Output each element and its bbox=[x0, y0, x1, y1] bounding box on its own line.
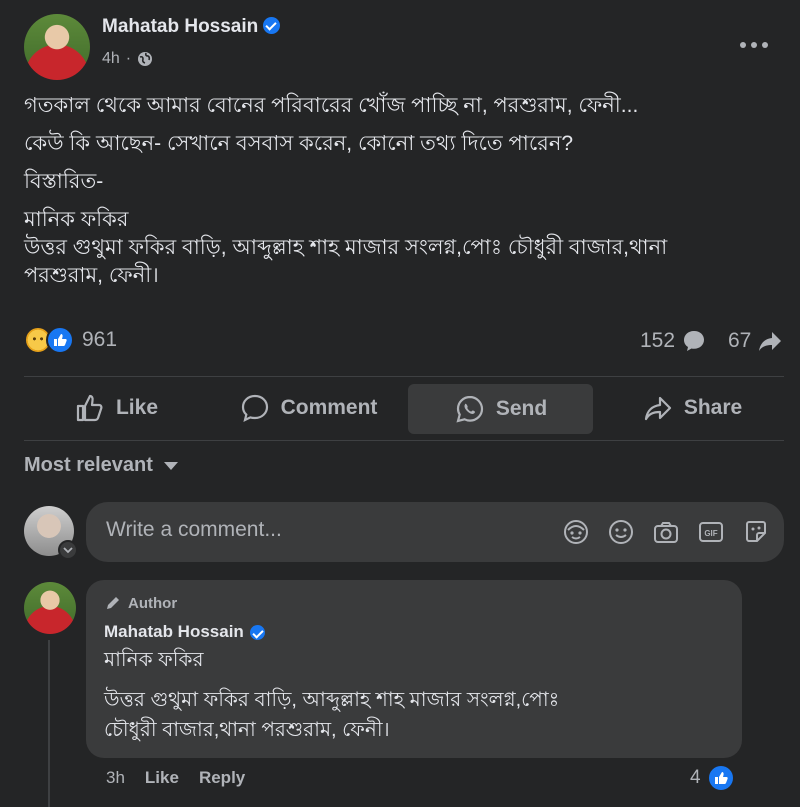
author-name[interactable]: Mahatab Hossain bbox=[102, 16, 258, 37]
address-line: উত্তর গুথুমা ফকির বাড়ি, আব্দুল্লাহ শাহ … bbox=[24, 236, 668, 259]
account-switch-icon[interactable] bbox=[58, 540, 78, 560]
reply-text-line: মানিক ফকির bbox=[104, 649, 204, 671]
share-button[interactable]: Share bbox=[600, 382, 784, 434]
like-button[interactable]: Like bbox=[24, 382, 208, 434]
svg-text:GIF: GIF bbox=[704, 529, 717, 538]
gif-icon[interactable]: GIF bbox=[697, 518, 725, 546]
post-body: গতকাল থেকে আমার বোনের পরিবারের খোঁজ পাচ্… bbox=[24, 92, 784, 290]
actions-divider-bottom bbox=[24, 440, 784, 441]
comment-icon bbox=[241, 394, 268, 423]
avatar-sticker-icon[interactable] bbox=[562, 518, 590, 546]
share-arrow-icon bbox=[759, 332, 782, 351]
comment-input[interactable]: Write a comment... bbox=[106, 518, 282, 542]
share-count: 67 bbox=[728, 329, 752, 352]
send-label: Send bbox=[495, 397, 548, 420]
post-time[interactable]: 4h bbox=[102, 50, 120, 68]
comment-label: Comment bbox=[280, 396, 378, 419]
share-label: Share bbox=[683, 396, 743, 419]
author-badge-label: Author bbox=[128, 594, 178, 612]
caret-down-icon bbox=[163, 461, 178, 470]
reply-like-button[interactable]: Like bbox=[145, 768, 179, 788]
actions-divider-top bbox=[24, 376, 784, 377]
comment-bubble-icon bbox=[684, 331, 705, 351]
reply-verified-badge-icon bbox=[249, 624, 265, 640]
reply-reactions[interactable]: 4 bbox=[690, 764, 735, 792]
comment-button[interactable]: Comment bbox=[216, 382, 400, 434]
post-paragraph: বিস্তারিত- bbox=[24, 170, 104, 193]
reply-meta: 3h Like Reply bbox=[106, 768, 245, 788]
reply-reply-button[interactable]: Reply bbox=[199, 768, 245, 788]
comment-sort-dropdown[interactable]: Most relevant bbox=[24, 454, 179, 477]
send-button[interactable]: Send bbox=[408, 384, 593, 434]
dot-separator: · bbox=[125, 50, 132, 67]
camera-icon[interactable] bbox=[652, 518, 680, 546]
like-reaction-icon bbox=[46, 326, 74, 354]
reply-reaction-count: 4 bbox=[690, 767, 701, 788]
post-meta: 4h · bbox=[102, 50, 153, 68]
whatsapp-icon bbox=[456, 395, 483, 423]
reply-text-line: চৌধুরী বাজার,থানা পরশুরাম, ফেনী। bbox=[104, 719, 390, 741]
address-line: পরশুরাম, ফেনী। bbox=[24, 264, 159, 287]
reply-text-line: উত্তর গুথুমা ফকির বাড়ি, আব্দুল্লাহ শাহ … bbox=[104, 689, 560, 711]
address-name: মানিক ফকির bbox=[24, 208, 129, 231]
reply-like-reaction-icon bbox=[706, 764, 735, 792]
reactions-summary[interactable]: 961 bbox=[24, 326, 117, 354]
sort-label: Most relevant bbox=[24, 454, 153, 476]
author-avatar[interactable] bbox=[24, 14, 90, 80]
author-badge: Author bbox=[104, 594, 177, 612]
comment-composer[interactable]: Write a comment... GIF bbox=[86, 502, 784, 562]
more-options-icon[interactable] bbox=[740, 40, 772, 50]
thumbs-up-icon bbox=[76, 394, 103, 422]
sticker-icon[interactable] bbox=[742, 518, 770, 546]
comment-count: 152 bbox=[640, 329, 676, 352]
comment-count-group[interactable]: 152 bbox=[640, 328, 707, 354]
reply-bubble: Author Mahatab Hossain মানিক ফকির উত্তর … bbox=[86, 580, 742, 758]
like-label: Like bbox=[115, 396, 159, 419]
post-paragraph: কেউ কি আছেন- সেখানে বসবাস করেন, কোনো তথ্… bbox=[24, 132, 574, 155]
globe-icon bbox=[138, 52, 153, 66]
share-count-group[interactable]: 67 bbox=[728, 328, 783, 354]
post-paragraph: গতকাল থেকে আমার বোনের পরিবারের খোঁজ পাচ্… bbox=[24, 94, 639, 117]
verified-badge-icon bbox=[262, 17, 280, 34]
share-icon bbox=[644, 396, 671, 421]
reply-time[interactable]: 3h bbox=[106, 768, 125, 788]
pencil-icon bbox=[107, 597, 119, 609]
thread-line bbox=[48, 640, 50, 807]
reply-author-avatar[interactable] bbox=[24, 582, 76, 634]
post-header: Mahatab Hossain bbox=[102, 16, 280, 38]
reply-author-name[interactable]: Mahatab Hossain bbox=[104, 622, 244, 642]
reaction-count: 961 bbox=[82, 328, 118, 351]
emoji-icon[interactable] bbox=[607, 518, 635, 546]
